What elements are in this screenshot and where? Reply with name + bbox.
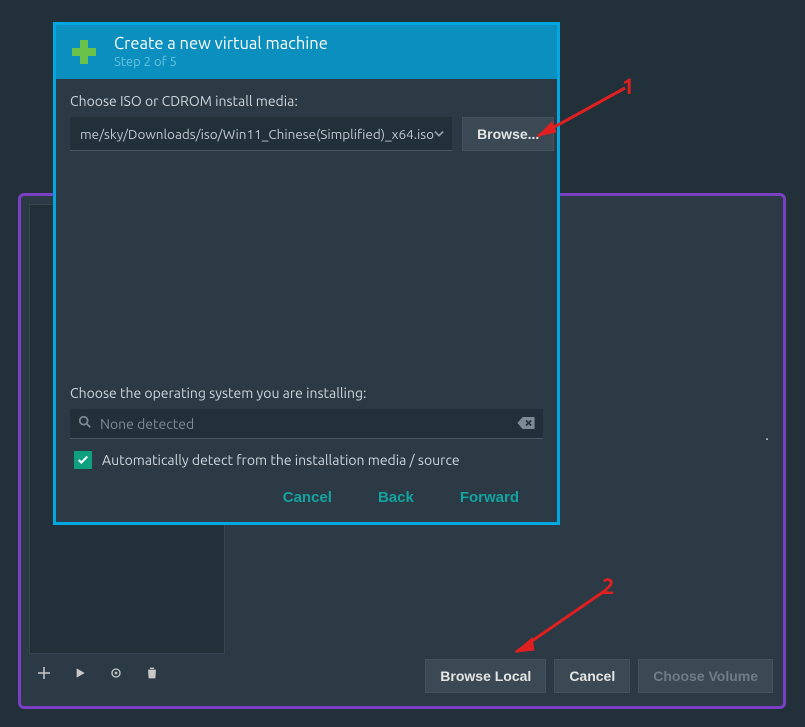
start-pool-button[interactable] [65, 658, 95, 688]
clear-icon[interactable] [517, 416, 535, 432]
refresh-pool-button[interactable] [101, 658, 131, 688]
refresh-icon [108, 665, 124, 681]
cancel-volume-button[interactable]: Cancel [554, 659, 630, 693]
forward-button[interactable]: Forward [460, 489, 519, 506]
iso-path-value: me/sky/Downloads/iso/Win11_Chinese(Simpl… [80, 126, 434, 142]
create-vm-dialog: Create a new virtual machine Step 2 of 5… [53, 22, 560, 525]
dialog-actions: Cancel Back Forward [70, 475, 543, 512]
cancel-button[interactable]: Cancel [283, 489, 332, 506]
storage-pool-toolbar [29, 658, 225, 692]
back-button[interactable]: Back [378, 489, 414, 506]
partial-text: . [765, 426, 769, 443]
auto-detect-label: Automatically detect from the installati… [102, 452, 460, 468]
dialog-step: Step 2 of 5 [114, 55, 328, 69]
add-pool-button[interactable] [29, 658, 59, 688]
play-icon [72, 665, 88, 681]
auto-detect-checkbox[interactable] [74, 451, 92, 469]
os-field-label: Choose the operating system you are inst… [70, 385, 543, 401]
create-vm-icon [68, 36, 100, 68]
iso-row: me/sky/Downloads/iso/Win11_Chinese(Simpl… [70, 117, 543, 151]
plus-icon [35, 664, 53, 682]
os-section: Choose the operating system you are inst… [70, 385, 543, 475]
callout-number-1: 1 [622, 74, 634, 99]
dialog-title: Create a new virtual machine [114, 35, 328, 53]
dialog-body: Choose ISO or CDROM install media: me/sk… [56, 79, 557, 522]
choose-volume-button[interactable]: Choose Volume [638, 659, 773, 693]
iso-path-combobox[interactable]: me/sky/Downloads/iso/Win11_Chinese(Simpl… [70, 117, 452, 151]
search-icon [78, 415, 92, 432]
os-search-placeholder: None detected [100, 416, 509, 432]
chevron-down-icon [434, 126, 444, 142]
browse-local-button[interactable]: Browse Local [425, 659, 546, 693]
iso-field-label: Choose ISO or CDROM install media: [70, 93, 543, 109]
check-icon [77, 454, 89, 466]
os-search-input[interactable]: None detected [70, 409, 543, 439]
browse-iso-button[interactable]: Browse... [462, 117, 554, 151]
trash-icon [144, 665, 160, 681]
dialog-header: Create a new virtual machine Step 2 of 5 [56, 25, 557, 79]
delete-pool-button[interactable] [137, 658, 167, 688]
auto-detect-row: Automatically detect from the installati… [70, 439, 543, 475]
volume-browser-actions: Browse Local Cancel Choose Volume [235, 656, 773, 696]
